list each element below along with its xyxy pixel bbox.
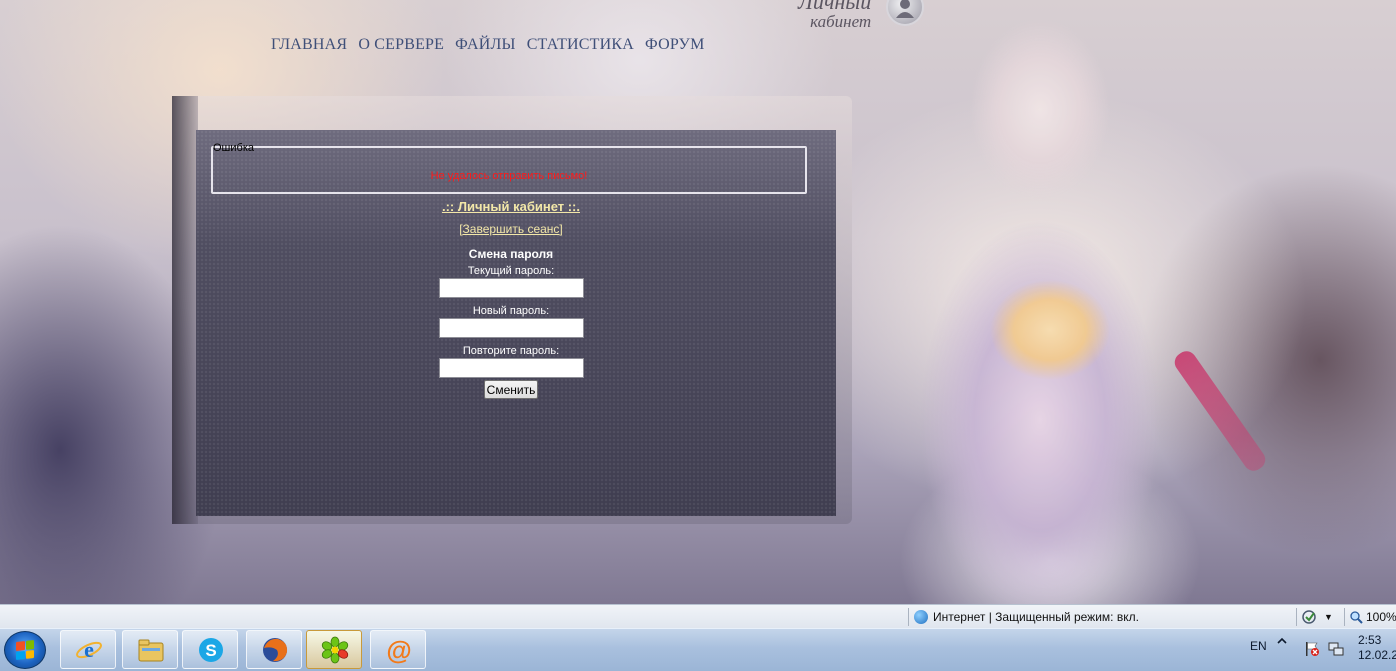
language-indicator[interactable]: EN — [1250, 639, 1267, 653]
cabinet-logo[interactable]: Личный кабинет — [798, 0, 871, 32]
status-separator — [1296, 608, 1297, 626]
new-password-label: Новый пароль: — [472, 305, 550, 317]
taskbar-firefox[interactable] — [246, 630, 302, 669]
clock[interactable]: 2:53 12.02.2 — [1358, 633, 1396, 663]
current-password-input[interactable] — [438, 278, 584, 298]
cabinet-title-link[interactable]: .:: Личный кабинет ::. — [211, 199, 811, 214]
status-separator — [1344, 608, 1345, 626]
nav-files[interactable]: ФАЙЛЫ — [455, 36, 516, 54]
mail-at-icon: @ — [386, 636, 411, 664]
protected-mode-tools[interactable]: ▼ — [1302, 610, 1333, 624]
repeat-password-input[interactable] — [438, 358, 584, 378]
internet-explorer-icon: e — [76, 637, 102, 662]
nav-about-server[interactable]: О СЕРВЕРЕ — [358, 36, 444, 54]
error-message: Не удалось отправить письмо! — [430, 170, 588, 182]
security-zone-text: Интернет | Защищенный режим: вкл. — [933, 610, 1139, 624]
magnifier-icon — [1350, 610, 1363, 624]
nav-forum[interactable]: ФОРУМ — [645, 36, 704, 54]
nav-home[interactable]: ГЛАВНАЯ — [271, 36, 347, 54]
taskbar-icq[interactable] — [306, 630, 362, 669]
skype-icon: S — [199, 638, 223, 662]
svg-text:@: @ — [386, 636, 411, 664]
user-silhouette-icon — [896, 0, 914, 18]
clock-time: 2:53 — [1358, 633, 1382, 647]
change-password-form: Смена пароля Текущий пароль: Новый парол… — [211, 246, 811, 399]
logo-line2: кабинет — [810, 12, 872, 31]
firefox-icon — [263, 638, 288, 662]
current-password-label: Текущий пароль: — [467, 265, 555, 277]
system-tray: EN 2:53 12.02.2 — [1240, 629, 1396, 671]
background-character-art — [840, 0, 1260, 604]
security-zone[interactable]: Интернет | Защищенный режим: вкл. — [914, 610, 1139, 624]
page-viewport: Личный кабинет ГЛАВНАЯ О СЕРВЕРЕ ФАЙЛЫ С… — [0, 0, 1396, 604]
svg-text:S: S — [205, 641, 216, 660]
error-legend: Ошибка — [213, 142, 254, 154]
repeat-password-label: Повторите пароль: — [462, 345, 560, 357]
windows-logo-icon — [16, 640, 34, 660]
chevron-down-icon: ▼ — [1324, 612, 1333, 622]
zoom-level: 100% — [1366, 610, 1396, 624]
taskbar-internet-explorer[interactable]: e — [60, 630, 116, 669]
new-password-input[interactable] — [438, 318, 584, 338]
status-separator — [908, 608, 909, 626]
zoom-control[interactable]: 100% — [1350, 610, 1396, 624]
action-center-flag-icon[interactable] — [1304, 641, 1320, 657]
taskbar-mail-agent[interactable]: @ — [370, 630, 426, 669]
browser-status-bar: Интернет | Защищенный режим: вкл. ▼ 100% — [0, 604, 1396, 629]
form-heading: Смена пароля — [468, 247, 554, 261]
icq-flower-icon — [321, 636, 349, 664]
nav-statistics[interactable]: СТАТИСТИКА — [527, 36, 634, 54]
chevron-up-icon[interactable] — [1276, 635, 1288, 647]
main-nav: ГЛАВНАЯ О СЕРВЕРЕ ФАЙЛЫ СТАТИСТИКА ФОРУМ — [271, 36, 705, 54]
folder-icon — [138, 639, 164, 662]
windows-taskbar: e S @ EN 2:53 12.02.2 — [0, 628, 1396, 671]
globe-icon — [914, 610, 928, 624]
taskbar-skype[interactable]: S — [182, 630, 238, 669]
change-password-button[interactable]: Сменить — [483, 380, 539, 399]
taskbar-file-explorer[interactable] — [122, 630, 178, 669]
protected-mode-icon — [1302, 610, 1316, 624]
clock-date: 12.02.2 — [1358, 648, 1396, 662]
logout-link[interactable]: [Завершить сеанс] — [211, 222, 811, 236]
svg-text:e: e — [84, 637, 94, 662]
start-button[interactable] — [4, 631, 46, 669]
network-icon[interactable] — [1328, 641, 1344, 657]
